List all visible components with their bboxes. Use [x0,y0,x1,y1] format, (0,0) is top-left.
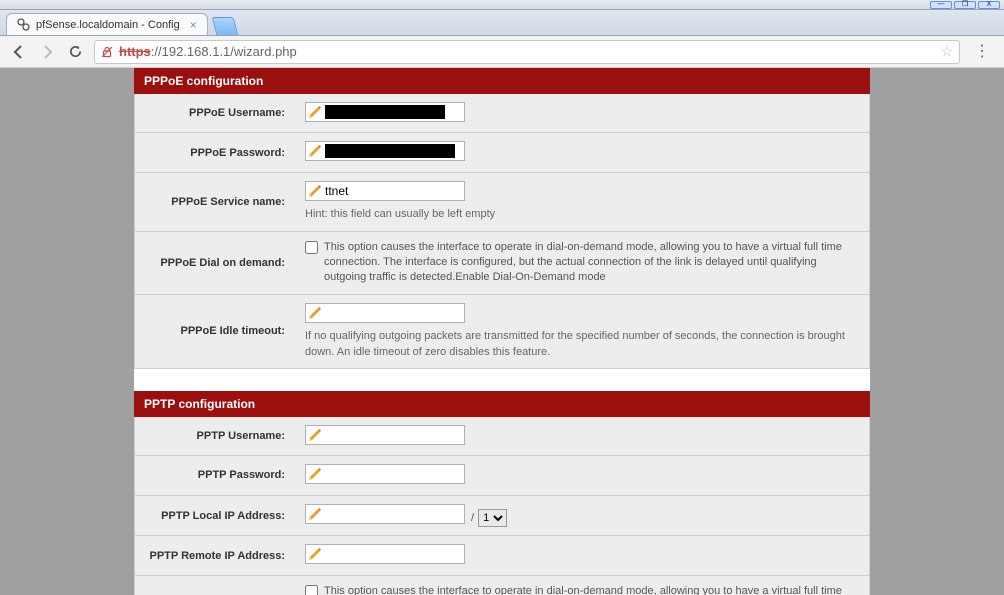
pfsense-favicon-icon [17,18,30,31]
pencil-icon [308,507,322,521]
browser-tab-title: pfSense.localdomain - Config [36,19,180,31]
config-row: PPPoE Idle timeout: If no qualifying outg… [134,295,870,369]
config-row: PPTP Remote IP Address: [134,536,870,575]
window-close-button[interactable]: X [978,1,1000,9]
pencil-icon [308,184,322,198]
config-row: PPPoE Username: [134,94,870,133]
text-input[interactable] [325,466,480,482]
field-label: PPPoE Username: [135,94,295,132]
field-label: PPTP Local IP Address: [135,496,295,536]
text-input-wrap[interactable] [305,544,465,564]
redacted-value [325,105,445,119]
pencil-icon [308,467,322,481]
field-label: PPPoE Dial on demand: [135,232,295,294]
text-input[interactable] [325,546,480,562]
text-input-wrap[interactable] [305,303,465,323]
config-section: PPTP configurationPPTP Username:PPTP Pas… [134,391,870,595]
field-content: /1 [295,496,869,536]
section-header: PPPoE configuration [134,68,870,94]
insecure-lock-icon [101,46,113,58]
window-titlebar: — ❐ X [0,0,1004,10]
config-row: PPTP Local IP Address:/1 [134,496,870,537]
config-row: PPPoE Password: [134,133,870,172]
config-row: PPTP Username: [134,417,870,456]
window-maximize-button[interactable]: ❐ [954,1,976,9]
checkbox-input[interactable] [305,585,318,595]
field-label: PPTP Username: [135,417,295,455]
pencil-icon [308,547,322,561]
config-row: PPTP Password: [134,456,870,495]
text-input-wrap[interactable] [305,102,465,122]
pencil-icon [308,144,322,158]
browser-tab[interactable]: pfSense.localdomain - Config × [6,13,208,35]
page-viewport[interactable]: PPPoE configurationPPPoE Username:PPPoE … [0,68,1004,595]
text-input[interactable] [325,506,480,522]
pencil-icon [308,105,322,119]
field-content: This option causes the interface to oper… [295,232,869,294]
bookmark-star-icon[interactable]: ☆ [940,43,953,60]
cidr-select[interactable]: 1 [478,509,507,527]
field-content [295,94,869,132]
new-tab-button[interactable] [211,17,238,35]
text-input[interactable] [325,183,480,199]
tab-close-icon[interactable]: × [190,18,197,32]
section-header: PPTP configuration [134,391,870,417]
config-row: PPPoE Dial on demand: This option causes … [134,232,870,295]
field-hint: Hint: this field can usually be left emp… [305,207,859,222]
url-path: ://192.168.1.1/wizard.php [151,44,297,59]
field-hint: If no qualifying outgoing packets are tr… [305,329,859,360]
text-input-wrap[interactable] [305,504,465,524]
field-content [295,536,869,574]
field-content: Hint: this field can usually be left emp… [295,173,869,231]
field-label: PPTP Password: [135,456,295,494]
text-input-wrap[interactable] [305,425,465,445]
url-scheme: https [119,44,151,59]
config-section: PPPoE configurationPPPoE Username:PPPoE … [134,68,870,369]
config-row: PPPoE Service name: Hint: this field can … [134,173,870,232]
cidr-slash: / [471,511,474,526]
window-minimize-button[interactable]: — [930,1,952,9]
text-input-wrap[interactable] [305,181,465,201]
field-content [295,417,869,455]
checkbox-description: This option causes the interface to oper… [324,240,859,286]
page-content: PPPoE configurationPPPoE Username:PPPoE … [134,68,870,595]
reload-button[interactable] [66,43,84,61]
back-button[interactable] [10,43,28,61]
redacted-value [325,144,455,158]
checkbox-description: This option causes the interface to oper… [324,584,859,595]
browser-tabstrip: pfSense.localdomain - Config × [0,10,1004,36]
field-label: PPTP Remote IP Address: [135,536,295,574]
pencil-icon [308,428,322,442]
text-input[interactable] [325,427,480,443]
forward-button[interactable] [38,43,56,61]
field-content: This option causes the interface to oper… [295,576,869,595]
field-label: PPPoE Idle timeout: [135,295,295,368]
field-content: If no qualifying outgoing packets are tr… [295,295,869,368]
pencil-icon [308,306,322,320]
field-label: PPTP Dial on demand: [135,576,295,595]
field-label: PPPoE Password: [135,133,295,171]
text-input-wrap[interactable] [305,141,465,161]
address-bar[interactable]: https://192.168.1.1/wizard.php ☆ [94,40,960,64]
browser-toolbar: https://192.168.1.1/wizard.php ☆ ⋮ [0,36,1004,68]
text-input-wrap[interactable] [305,464,465,484]
config-row: PPTP Dial on demand: This option causes t… [134,576,870,595]
field-content [295,456,869,494]
text-input[interactable] [325,305,480,321]
field-label: PPPoE Service name: [135,173,295,231]
browser-menu-button[interactable]: ⋮ [970,43,994,61]
field-content [295,133,869,171]
checkbox-input[interactable] [305,241,318,254]
